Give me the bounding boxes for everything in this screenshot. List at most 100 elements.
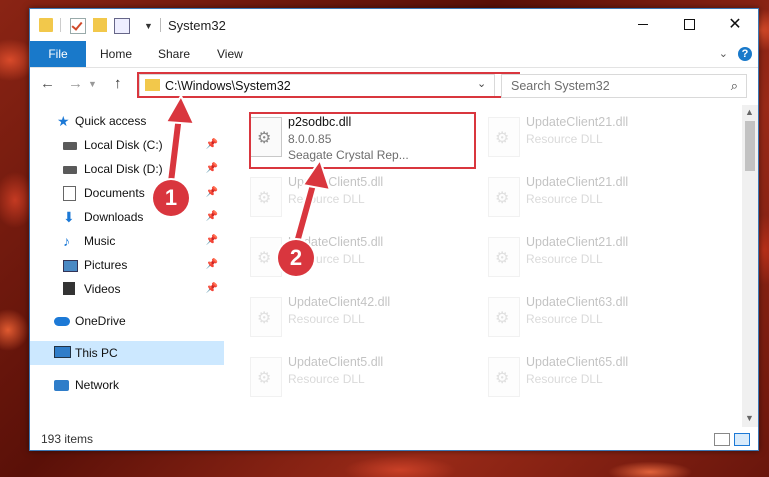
recent-locations-dropdown-icon[interactable]: ▼ bbox=[88, 79, 97, 89]
pin-icon[interactable]: 📌 bbox=[206, 181, 218, 205]
nav-item-videos[interactable]: Videos 📌 bbox=[30, 277, 224, 301]
file-name: UpdateClient21.dll bbox=[526, 175, 629, 189]
folder-icon bbox=[39, 18, 53, 32]
drive-icon bbox=[63, 142, 77, 150]
navigation-bar: ← → ▼ ↑ C:\Windows\System32 ⌄ ↻ Search S… bbox=[30, 69, 758, 101]
file-highlight-box bbox=[249, 112, 476, 169]
file-item[interactable]: ⚙ UpdateClient65.dll Resource DLL bbox=[478, 351, 704, 403]
file-item[interactable]: ⚙ UpdateClient5.dll Resource DLL bbox=[240, 171, 466, 223]
up-arrow-icon[interactable]: ↑ bbox=[114, 75, 122, 92]
nav-item-local-disk-d[interactable]: Local Disk (D:) 📌 bbox=[30, 157, 224, 181]
gear-icon: ⚙ bbox=[495, 130, 510, 147]
vertical-scrollbar[interactable]: ▲ ▼ bbox=[742, 105, 758, 427]
help-icon[interactable]: ? bbox=[738, 47, 752, 61]
file-item[interactable]: ⚙ UpdateClient63.dll Resource DLL bbox=[478, 291, 704, 343]
divider bbox=[160, 18, 161, 32]
cloud-icon bbox=[54, 317, 70, 326]
file-name: UpdateClient5.dll bbox=[288, 175, 384, 189]
nav-item-downloads[interactable]: ⬇ Downloads 📌 bbox=[30, 205, 224, 229]
title-bar: ▼ System32 ✕ bbox=[30, 9, 758, 41]
item-count: 193 items bbox=[41, 432, 94, 446]
tab-file[interactable]: File bbox=[30, 41, 86, 67]
status-bar: 193 items bbox=[30, 428, 758, 450]
callout-badge-1: 1 bbox=[153, 180, 189, 216]
new-folder-icon[interactable] bbox=[93, 18, 107, 32]
search-icon[interactable]: ⌕ bbox=[731, 78, 738, 94]
dll-file-icon: ⚙ bbox=[488, 177, 520, 217]
forward-arrow-icon[interactable]: → bbox=[68, 75, 83, 92]
quick-access-dropdown-icon[interactable]: ▼ bbox=[144, 21, 153, 31]
nav-item-label: Downloads bbox=[84, 210, 144, 224]
details-view-icon[interactable] bbox=[714, 433, 730, 446]
callout-badge-2: 2 bbox=[278, 240, 314, 276]
file-name: UpdateClient42.dll bbox=[288, 295, 391, 309]
file-explorer-window: ▼ System32 ✕ File Home Share View ⌄ ? ← … bbox=[29, 8, 759, 451]
gear-icon: ⚙ bbox=[257, 190, 272, 207]
nav-item-onedrive[interactable]: OneDrive bbox=[30, 309, 224, 333]
nav-item-local-disk-c[interactable]: Local Disk (C:) 📌 bbox=[30, 133, 224, 157]
pin-icon[interactable]: 📌 bbox=[206, 277, 218, 301]
nav-item-label: Local Disk (D:) bbox=[84, 162, 163, 176]
nav-item-label: OneDrive bbox=[75, 314, 126, 328]
back-arrow-icon[interactable]: ← bbox=[40, 75, 55, 92]
file-item[interactable]: ⚙ UpdateClient21.dll Resource DLL bbox=[478, 171, 704, 223]
minimize-icon bbox=[638, 24, 648, 26]
nav-item-label: Local Disk (C:) bbox=[84, 138, 163, 152]
file-item[interactable]: ⚙ UpdateClient21.dll Resource DLL bbox=[478, 111, 704, 163]
minimize-button[interactable] bbox=[620, 9, 666, 41]
ribbon-tabs: File Home Share View ⌄ ? bbox=[30, 41, 758, 68]
tab-home[interactable]: Home bbox=[100, 41, 132, 67]
nav-item-network[interactable]: Network bbox=[30, 373, 224, 397]
search-input[interactable]: Search System32 ⌕ bbox=[501, 74, 747, 98]
scroll-up-icon[interactable]: ▲ bbox=[745, 107, 754, 117]
dll-file-icon: ⚙ bbox=[488, 357, 520, 397]
close-icon: ✕ bbox=[728, 16, 742, 33]
file-item[interactable]: ⚙ UpdateClient21.dll Resource DLL bbox=[478, 231, 704, 283]
maximize-button[interactable] bbox=[666, 9, 712, 41]
gear-icon: ⚙ bbox=[495, 190, 510, 207]
file-type: Resource DLL bbox=[526, 192, 603, 206]
music-icon: ♪ bbox=[63, 233, 70, 249]
divider bbox=[60, 18, 61, 32]
nav-item-label: Quick access bbox=[75, 114, 147, 128]
close-button[interactable]: ✕ bbox=[712, 9, 758, 41]
file-name: UpdateClient65.dll bbox=[526, 355, 629, 369]
tab-share[interactable]: Share bbox=[158, 41, 190, 67]
dll-file-icon: ⚙ bbox=[250, 177, 282, 217]
file-type: Resource DLL bbox=[288, 192, 365, 206]
gear-icon: ⚙ bbox=[257, 370, 272, 387]
pin-icon[interactable]: 📌 bbox=[206, 157, 218, 181]
nav-item-documents[interactable]: Documents 📌 bbox=[30, 181, 224, 205]
customize-icon[interactable] bbox=[114, 18, 130, 34]
document-icon bbox=[63, 186, 76, 201]
maximize-icon bbox=[683, 19, 695, 31]
star-icon: ★ bbox=[57, 113, 70, 129]
pin-icon[interactable]: 📌 bbox=[206, 205, 218, 229]
properties-check-icon[interactable] bbox=[70, 18, 86, 34]
file-name: UpdateClient5.dll bbox=[288, 355, 384, 369]
nav-item-pictures[interactable]: Pictures 📌 bbox=[30, 253, 224, 277]
file-type: Resource DLL bbox=[526, 132, 603, 146]
file-name: UpdateClient63.dll bbox=[526, 295, 629, 309]
nav-item-label: Network bbox=[75, 378, 120, 392]
file-item[interactable]: ⚙ UpdateClient5.dll Resource DLL bbox=[240, 231, 466, 283]
network-icon bbox=[54, 380, 69, 391]
drive-icon bbox=[63, 166, 77, 174]
file-item[interactable]: ⚙ UpdateClient5.dll Resource DLL bbox=[240, 351, 466, 403]
pin-icon[interactable]: 📌 bbox=[206, 229, 218, 253]
nav-item-music[interactable]: ♪ Music 📌 bbox=[30, 229, 224, 253]
file-type: Resource DLL bbox=[526, 312, 603, 326]
pin-icon[interactable]: 📌 bbox=[206, 133, 218, 157]
dll-file-icon: ⚙ bbox=[250, 297, 282, 337]
expand-ribbon-chevron-icon[interactable]: ⌄ bbox=[719, 47, 728, 60]
file-type: Resource DLL bbox=[288, 312, 365, 326]
file-item[interactable]: ⚙ UpdateClient42.dll Resource DLL bbox=[240, 291, 466, 343]
nav-item-label: Videos bbox=[84, 282, 121, 296]
scroll-thumb[interactable] bbox=[745, 121, 755, 171]
nav-item-quick-access[interactable]: ★ Quick access bbox=[30, 109, 224, 133]
large-icons-view-icon[interactable] bbox=[734, 433, 750, 446]
pin-icon[interactable]: 📌 bbox=[206, 253, 218, 277]
nav-item-this-pc[interactable]: This PC bbox=[30, 341, 224, 365]
tab-view[interactable]: View bbox=[217, 41, 243, 67]
scroll-down-icon[interactable]: ▼ bbox=[745, 411, 754, 425]
